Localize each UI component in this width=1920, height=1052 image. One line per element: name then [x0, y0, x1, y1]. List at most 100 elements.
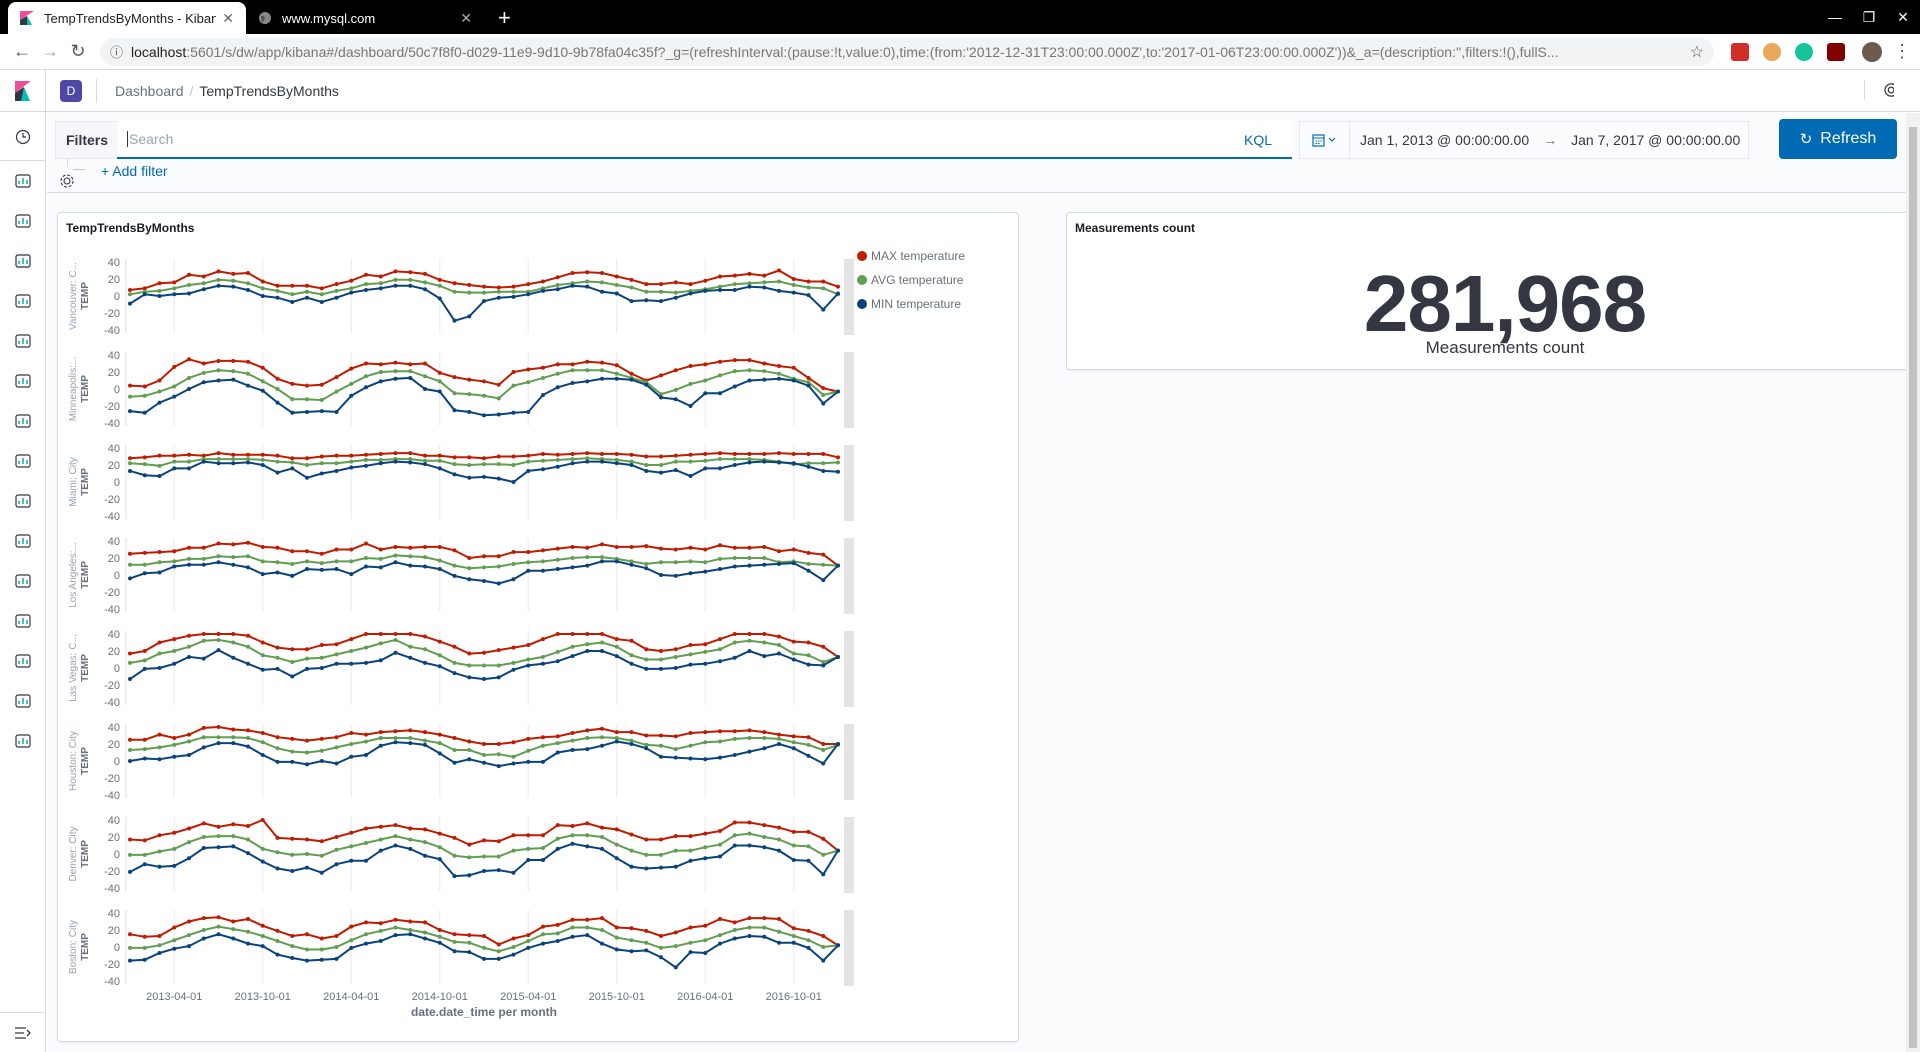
filter-settings-gear-icon[interactable] — [59, 173, 75, 189]
nav-graph[interactable] — [0, 601, 46, 641]
nav-machine-learning[interactable] — [0, 361, 46, 401]
profile-avatar[interactable] — [1862, 41, 1882, 62]
lastpass-extension-icon[interactable] — [1731, 42, 1749, 61]
max-point — [290, 283, 295, 288]
browser-tab-mysql[interactable]: www.mysql.com ✕ — [246, 2, 484, 34]
max-point — [791, 277, 796, 281]
nav-maps[interactable] — [0, 321, 46, 361]
max-point — [452, 835, 457, 840]
reload-icon[interactable]: ↻ — [64, 41, 92, 62]
max-point — [511, 740, 516, 745]
nav-recently-viewed[interactable] — [0, 113, 46, 161]
avg-point — [777, 837, 781, 842]
avg-point — [319, 655, 324, 660]
nav-discover[interactable] — [0, 161, 46, 201]
help-icon[interactable] — [1864, 80, 1894, 100]
min-point — [290, 573, 295, 578]
space-avatar[interactable]: D — [60, 79, 82, 102]
url-field[interactable]: ⓘ localhost:5601/s/dw/app/kibana#/dashbo… — [100, 37, 1714, 66]
avg-point — [600, 735, 604, 740]
avg-point — [319, 292, 324, 297]
avg-point — [423, 647, 427, 652]
page-scrollbar[interactable] — [1906, 113, 1920, 1052]
close-window-icon[interactable]: ✕ — [1886, 9, 1920, 26]
dock-nav-button[interactable] — [0, 1012, 46, 1052]
filters-label[interactable]: Filters — [55, 121, 120, 159]
nav-logs[interactable] — [0, 441, 46, 481]
min-point — [231, 936, 236, 941]
info-icon[interactable]: ⓘ — [110, 42, 123, 61]
close-tab-icon[interactable]: ✕ — [460, 10, 472, 27]
legend-item[interactable]: MIN temperature — [857, 297, 961, 311]
nav-visualize[interactable] — [0, 201, 46, 241]
max-point — [821, 451, 826, 456]
nav-siem[interactable] — [0, 561, 46, 601]
browser-tab-kibana[interactable]: TempTrendsByMonths - Kibana ✕ — [8, 2, 246, 34]
avg-point — [364, 840, 368, 845]
add-filter-button[interactable]: + Add filter — [101, 163, 168, 179]
logs-icon — [15, 454, 31, 468]
max-point — [747, 916, 752, 921]
avg-point — [673, 459, 678, 464]
nav-dev-tools[interactable] — [0, 641, 46, 681]
min-point — [747, 284, 752, 289]
max-point — [201, 361, 206, 366]
ublock-extension-icon[interactable] — [1827, 42, 1845, 61]
legend-item[interactable]: MAX temperature — [857, 249, 965, 263]
minimize-icon[interactable]: — — [1818, 9, 1852, 25]
max-point — [791, 547, 796, 552]
close-tab-icon[interactable]: ✕ — [222, 10, 234, 27]
nav-apm[interactable] — [0, 481, 46, 521]
restore-icon[interactable]: ❐ — [1852, 9, 1886, 26]
nav-canvas[interactable] — [0, 281, 46, 321]
date-picker[interactable]: Jan 1, 2013 @ 00:00:00.00 → Jan 7, 2017 … — [1299, 121, 1749, 159]
legend-item[interactable]: AVG temperature — [857, 273, 964, 287]
menu-dock-icon — [15, 1026, 31, 1039]
avg-point — [452, 289, 457, 294]
max-point — [762, 544, 767, 549]
max-point — [659, 649, 663, 653]
avg-point — [246, 929, 250, 934]
avg-point — [511, 945, 516, 949]
avg-point — [349, 381, 354, 386]
min-point — [128, 869, 132, 874]
nav-dashboard[interactable] — [0, 241, 46, 281]
new-tab-button[interactable]: + — [498, 2, 511, 34]
max-point — [806, 279, 811, 284]
refresh-button[interactable]: ↻ Refresh — [1779, 119, 1897, 159]
start-date[interactable]: Jan 1, 2013 @ 00:00:00.00 — [1360, 132, 1529, 148]
min-point — [334, 409, 339, 414]
search-input[interactable]: Search — [117, 121, 1292, 159]
min-point — [467, 314, 472, 319]
min-point — [408, 283, 413, 288]
kql-toggle[interactable]: KQL — [1244, 121, 1272, 159]
nav-management[interactable] — [0, 721, 46, 761]
quick-select-button[interactable] — [1300, 122, 1350, 158]
avg-point — [467, 855, 472, 860]
max-point — [791, 365, 796, 370]
bookmark-star-icon[interactable]: ☆ — [1682, 42, 1704, 62]
grammarly-extension-icon[interactable] — [1795, 42, 1813, 61]
avg-point — [319, 748, 324, 753]
avg-point — [423, 738, 427, 743]
min-point — [349, 945, 354, 950]
nav-stack-monitoring[interactable] — [0, 681, 46, 721]
avg-point — [836, 460, 840, 465]
min-point — [437, 751, 442, 756]
browser-menu-icon[interactable]: ⋮ — [1892, 41, 1912, 62]
nav-infrastructure[interactable] — [0, 401, 46, 441]
max-point — [393, 632, 398, 636]
kibana-logo[interactable] — [0, 69, 46, 112]
nav-uptime[interactable] — [0, 521, 46, 561]
breadcrumb-dashboard[interactable]: Dashboard — [115, 83, 184, 99]
end-date[interactable]: Jan 7, 2017 @ 00:00:00.00 — [1571, 132, 1740, 148]
min-point — [187, 466, 191, 471]
max-point — [334, 375, 339, 380]
min-point — [511, 577, 516, 582]
min-point — [246, 460, 250, 465]
forward-icon[interactable]: → — [36, 41, 64, 62]
max-point — [600, 360, 604, 365]
back-icon[interactable]: ← — [8, 41, 36, 62]
extension-icon[interactable] — [1763, 42, 1781, 61]
min-point — [703, 757, 708, 762]
